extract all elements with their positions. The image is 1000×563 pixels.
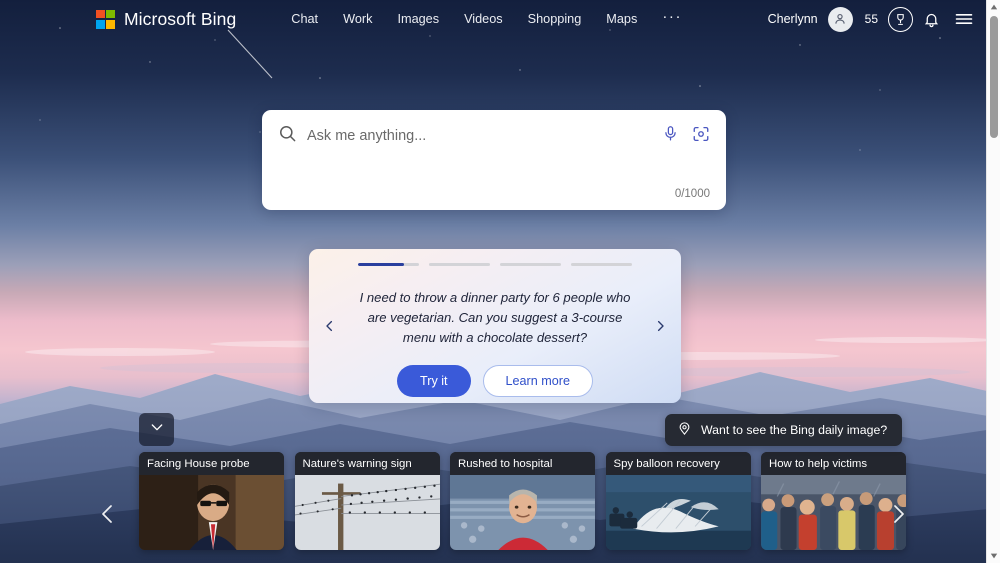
progress-segment[interactable] <box>571 263 632 267</box>
search-panel: 0/1000 <box>262 110 726 210</box>
news-card[interactable]: Facing House probe <box>139 452 284 550</box>
rewards-points-count: 55 <box>864 12 878 26</box>
nav-more-icon[interactable]: ··· <box>662 9 682 26</box>
rewards-trophy-icon[interactable] <box>888 6 913 32</box>
suggestion-next-chevron-right-icon[interactable] <box>653 319 668 334</box>
bing-daily-image-pill[interactable]: Want to see the Bing daily image? <box>665 414 903 446</box>
news-card-image <box>605 475 751 550</box>
expand-feed-button[interactable] <box>139 413 174 446</box>
news-card-image <box>294 475 440 550</box>
microsoft-logo-icon <box>96 9 115 29</box>
scroll-up-arrow-icon[interactable] <box>987 0 1000 14</box>
news-card-image <box>139 475 284 550</box>
news-carousel: Facing House probe Nature's warning sign… <box>139 452 906 550</box>
news-card-title: Rushed to hospital <box>450 452 595 475</box>
hamburger-menu-icon[interactable] <box>954 9 974 29</box>
nav-item-work[interactable]: Work <box>343 12 372 26</box>
primary-nav: Chat Work Images Videos Shopping Maps ··… <box>291 9 682 27</box>
progress-segment[interactable] <box>429 263 490 267</box>
nav-item-chat[interactable]: Chat <box>291 12 318 26</box>
nav-item-shopping[interactable]: Shopping <box>528 12 582 26</box>
suggestion-carousel-card: I need to throw a dinner party for 6 peo… <box>309 249 681 403</box>
search-box[interactable]: 0/1000 <box>262 110 726 210</box>
news-card-image <box>450 475 595 550</box>
location-pin-icon <box>677 421 692 439</box>
nav-item-videos[interactable]: Videos <box>464 12 503 26</box>
news-prev-chevron-left-icon[interactable] <box>96 502 120 526</box>
carousel-progress-segments <box>358 263 632 267</box>
progress-segment[interactable] <box>358 263 419 267</box>
news-card-title: Facing House probe <box>139 452 284 475</box>
search-input[interactable] <box>307 128 652 144</box>
nav-item-maps[interactable]: Maps <box>606 12 637 26</box>
news-card[interactable]: Rushed to hospital <box>450 452 595 550</box>
chevron-down-icon <box>149 419 165 440</box>
user-controls: Cherlynn 55 <box>767 6 974 32</box>
character-counter: 0/1000 <box>674 188 710 200</box>
scroll-down-arrow-icon[interactable] <box>987 549 1000 563</box>
suggestion-prev-chevron-left-icon[interactable] <box>322 319 337 334</box>
daily-image-label: Want to see the Bing daily image? <box>701 423 888 437</box>
learn-more-button[interactable]: Learn more <box>482 365 593 398</box>
news-card[interactable]: How to help victims <box>761 452 906 550</box>
news-card-title: Spy balloon recovery <box>605 452 751 475</box>
microphone-icon[interactable] <box>662 125 679 147</box>
news-card-image <box>761 475 906 550</box>
username-label: Cherlynn <box>767 12 818 26</box>
bell-icon[interactable] <box>923 11 940 28</box>
news-card[interactable]: Spy balloon recovery <box>605 452 751 550</box>
scrollbar-thumb[interactable] <box>990 16 998 138</box>
person-avatar-icon[interactable] <box>827 6 853 32</box>
news-next-chevron-right-icon[interactable] <box>886 502 910 526</box>
top-navigation-bar: Microsoft Bing Chat Work Images Videos S… <box>0 0 986 38</box>
progress-segment[interactable] <box>500 263 561 267</box>
nav-item-images[interactable]: Images <box>397 12 439 26</box>
page-scrollbar[interactable] <box>986 0 1000 563</box>
suggestion-prompt-text: I need to throw a dinner party for 6 peo… <box>359 290 631 346</box>
news-card[interactable]: Nature's warning sign <box>294 452 440 550</box>
bing-logo[interactable]: Microsoft Bing <box>96 9 236 30</box>
news-card-title: How to help victims <box>761 452 906 475</box>
search-icon <box>278 124 297 148</box>
visual-search-camera-icon[interactable] <box>692 125 710 148</box>
news-card-title: Nature's warning sign <box>294 452 440 475</box>
brand-title: Microsoft Bing <box>124 8 237 29</box>
try-it-button[interactable]: Try it <box>397 365 471 398</box>
